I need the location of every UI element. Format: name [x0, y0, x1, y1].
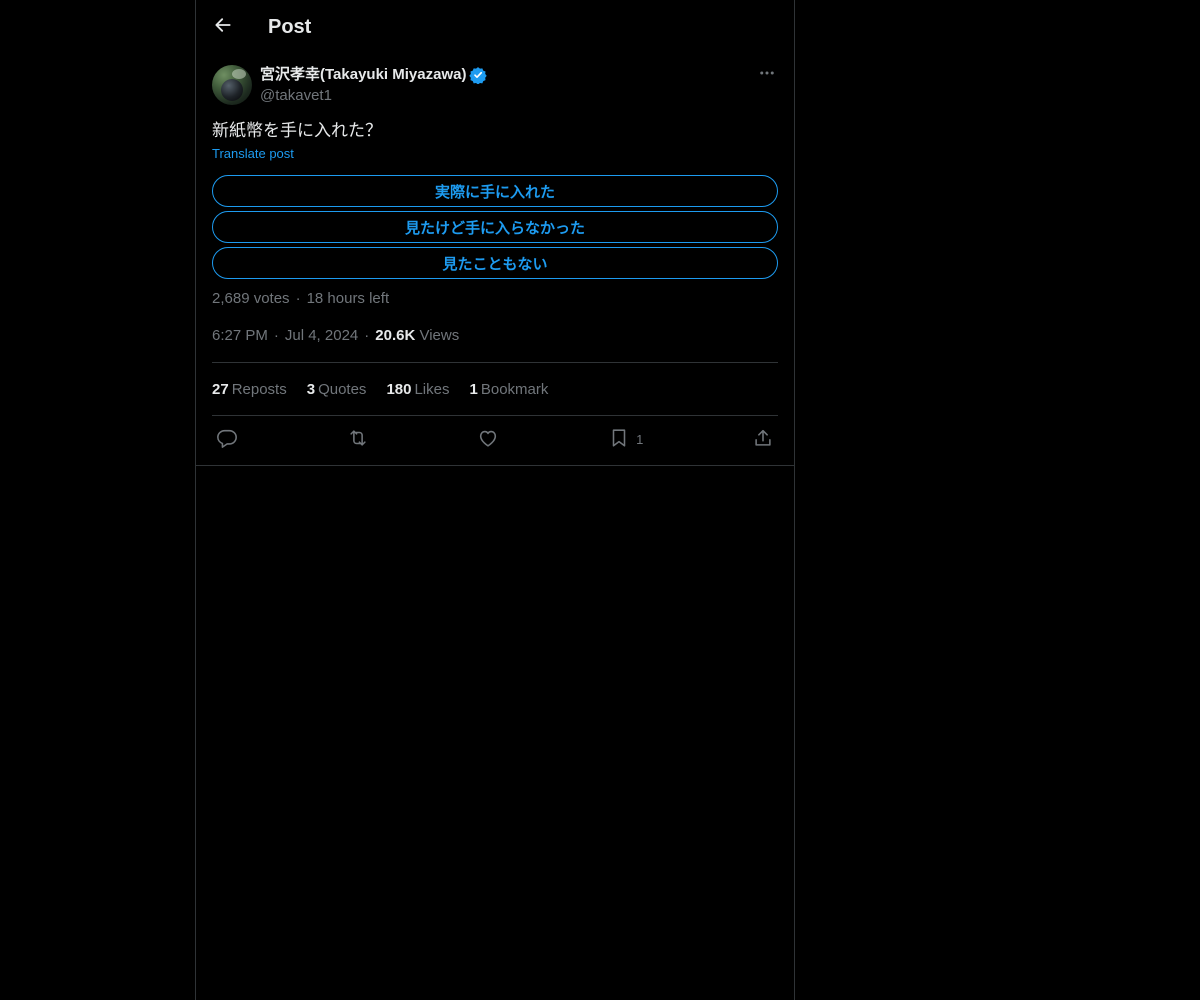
- post-text: 新紙幣を手に入れた？: [212, 121, 382, 140]
- repost-button[interactable]: [347, 427, 369, 452]
- back-arrow-icon: [213, 15, 233, 40]
- reply-button[interactable]: [216, 427, 238, 452]
- views-count: 20.6K: [375, 327, 416, 344]
- poll-option-2[interactable]: 見たけど手に入らなかった: [212, 211, 778, 243]
- share-button[interactable]: [752, 427, 774, 452]
- like-icon: [477, 427, 499, 452]
- repost-icon: [347, 427, 369, 452]
- views-label: Views: [419, 327, 460, 344]
- stats-row: 27 Reposts 3 Quotes 180 Likes 1 Bookmark: [212, 363, 778, 415]
- poll-option-1[interactable]: 実際に手に入れた: [212, 175, 778, 207]
- bookmarks-label: Bookmark: [480, 380, 549, 398]
- author-handle[interactable]: @takavet1: [260, 86, 332, 106]
- post-time[interactable]: 6:27 PM: [212, 327, 268, 344]
- more-options-button[interactable]: [756, 64, 778, 86]
- poll-time-left: 18 hours left: [306, 290, 390, 307]
- likes-stat[interactable]: 180 Likes: [386, 381, 449, 398]
- quotes-count: 3: [306, 380, 316, 398]
- bookmarks-count: 1: [469, 380, 478, 398]
- likes-label: Likes: [414, 380, 450, 398]
- reply-icon: [216, 427, 238, 452]
- page-title: Post: [268, 16, 312, 38]
- header: Post: [196, 0, 794, 54]
- author-display-name-row[interactable]: 宮沢孝幸(Takayuki Miyazawa): [260, 65, 488, 85]
- reposts-stat[interactable]: 27 Reposts: [212, 381, 287, 398]
- more-icon: [758, 64, 776, 87]
- bookmark-count: 1: [636, 432, 644, 447]
- bookmarks-stat[interactable]: 1 Bookmark: [470, 381, 549, 398]
- post: 宮沢孝幸(Takayuki Miyazawa) @takavet1 新紙幣を手に…: [212, 64, 778, 463]
- poll-meta: 2,689 votes · 18 hours left: [212, 290, 390, 307]
- like-button[interactable]: [477, 427, 499, 452]
- quotes-label: Quotes: [318, 380, 367, 398]
- back-button[interactable]: [210, 14, 236, 40]
- reposts-label: Reposts: [231, 380, 287, 398]
- bookmark-button[interactable]: 1: [608, 427, 643, 452]
- reposts-count: 27: [212, 380, 229, 398]
- bookmark-icon: [608, 427, 630, 452]
- poll-option-3[interactable]: 見たこともない: [212, 247, 778, 279]
- likes-count: 180: [386, 380, 412, 398]
- quotes-stat[interactable]: 3 Quotes: [307, 381, 367, 398]
- timestamp-row: 6:27 PM · Jul 4, 2024 · 20.6K Views: [212, 327, 460, 344]
- post-date[interactable]: Jul 4, 2024: [285, 327, 358, 344]
- post-column: Post 宮沢孝幸(Takayuki Miyazawa) @takavet1 新…: [195, 0, 795, 1000]
- author-row: 宮沢孝幸(Takayuki Miyazawa) @takavet1: [212, 64, 778, 106]
- author-display-name[interactable]: 宮沢孝幸(Takayuki Miyazawa): [260, 65, 466, 85]
- actions-row: 1: [212, 416, 778, 463]
- poll: 実際に手に入れた 見たけど手に入らなかった 見たこともない: [212, 175, 778, 279]
- poll-votes: 2,689 votes: [212, 290, 290, 307]
- post-bottom-divider: [196, 465, 794, 466]
- translate-post-link[interactable]: Translate post: [212, 146, 294, 162]
- avatar[interactable]: [212, 65, 252, 105]
- verified-badge-icon[interactable]: [469, 66, 488, 84]
- share-icon: [752, 427, 774, 452]
